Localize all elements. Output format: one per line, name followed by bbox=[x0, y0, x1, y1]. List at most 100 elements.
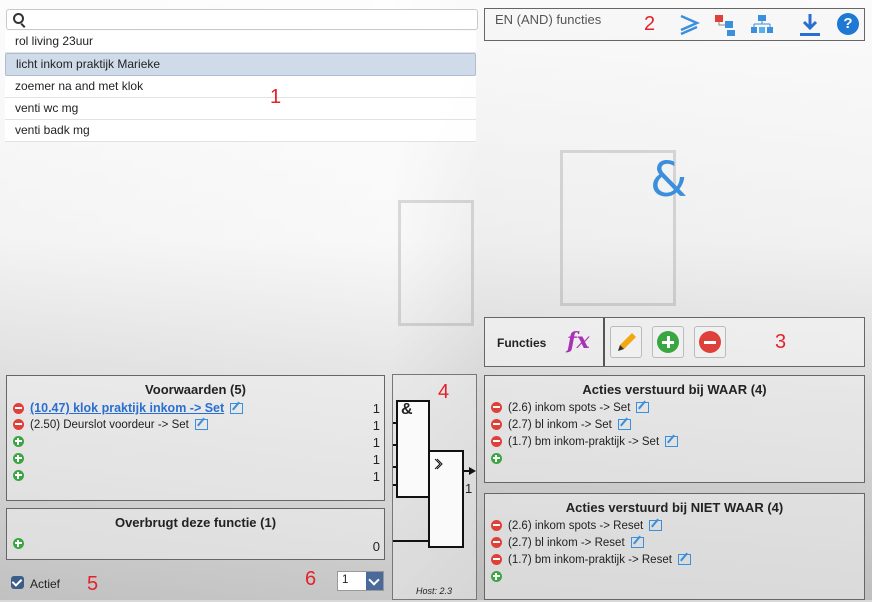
edit-icon[interactable] bbox=[617, 419, 631, 431]
function-symbol: & bbox=[650, 152, 688, 208]
host-select[interactable]: 1 bbox=[337, 571, 384, 591]
chevron-down-icon[interactable] bbox=[366, 572, 383, 590]
condition-count: 1 bbox=[372, 435, 380, 450]
condition-row[interactable]: (10.47) klok praktijk inkom -> Set bbox=[13, 400, 244, 417]
condition-count: 1 bbox=[372, 401, 380, 416]
edit-icon[interactable] bbox=[194, 419, 208, 431]
bypass-panel: Overbrugt deze functie (1) 0 bbox=[6, 508, 385, 560]
condition-count: 1 bbox=[372, 418, 380, 433]
remove-icon[interactable] bbox=[491, 520, 502, 532]
action-row[interactable]: (2.6) inkom spots -> Set bbox=[491, 400, 650, 417]
add-icon[interactable] bbox=[13, 538, 24, 550]
edit-icon[interactable] bbox=[636, 402, 650, 414]
add-icon bbox=[657, 331, 679, 353]
edit-function-button[interactable] bbox=[610, 326, 642, 358]
condition-link[interactable]: (10.47) klok praktijk inkom -> Set bbox=[30, 401, 224, 415]
remove-function-button[interactable] bbox=[694, 326, 726, 358]
action-row[interactable]: (1.7) bm inkom-praktijk -> Reset bbox=[491, 552, 691, 569]
edit-icon[interactable] bbox=[665, 436, 679, 448]
callout-number: 6 bbox=[305, 568, 317, 590]
remove-icon[interactable] bbox=[13, 419, 24, 431]
remove-icon[interactable] bbox=[491, 402, 502, 414]
add-icon[interactable] bbox=[13, 470, 24, 482]
callout-number: 4 bbox=[438, 381, 450, 403]
search-icon bbox=[13, 13, 24, 24]
callout-number: 5 bbox=[87, 573, 99, 595]
action-row[interactable]: (2.7) bl inkom -> Reset bbox=[491, 535, 644, 552]
action-text: (1.7) bm inkom-praktijk -> Set bbox=[508, 436, 660, 448]
search-input[interactable] bbox=[6, 9, 478, 30]
add-function-button[interactable] bbox=[652, 326, 684, 358]
list-item[interactable]: rol living 23uur bbox=[5, 31, 476, 53]
host-select-value: 1 bbox=[342, 574, 349, 586]
functions-toolbar: Functies fx bbox=[484, 317, 865, 367]
help-icon[interactable]: ? bbox=[837, 13, 859, 35]
list-item[interactable]: venti badk mg bbox=[5, 120, 476, 142]
remove-icon[interactable] bbox=[491, 419, 502, 431]
logic-diagram: & 1 Host: 2.3 bbox=[392, 374, 477, 600]
conditions-title: Voorwaarden (5) bbox=[145, 382, 246, 397]
active-checkbox[interactable] bbox=[11, 576, 24, 589]
condition-row[interactable] bbox=[13, 451, 30, 468]
action-text: (1.7) bm inkom-praktijk -> Reset bbox=[508, 554, 672, 566]
action-row[interactable] bbox=[491, 451, 508, 468]
active-label: Actief bbox=[30, 577, 61, 591]
edit-icon[interactable] bbox=[230, 403, 244, 415]
flow-icon[interactable] bbox=[713, 13, 737, 37]
list-item[interactable]: zoemer na and met klok bbox=[5, 76, 476, 98]
gate-symbol: & bbox=[401, 401, 413, 418]
callout-number: 2 bbox=[644, 13, 656, 35]
remove-icon[interactable] bbox=[13, 403, 24, 415]
hierarchy-icon[interactable] bbox=[749, 13, 775, 37]
action-text: (2.7) bl inkom -> Set bbox=[508, 419, 612, 431]
true-actions-panel: Acties verstuurd bij WAAR (4) (2.6) inko… bbox=[484, 375, 865, 483]
list-item[interactable]: venti wc mg bbox=[5, 98, 476, 120]
greater-equal-icon[interactable] bbox=[678, 13, 700, 37]
gate-output: 1 bbox=[465, 481, 473, 496]
true-actions-title: Acties verstuurd bij WAAR (4) bbox=[582, 382, 767, 397]
download-icon[interactable] bbox=[798, 12, 822, 38]
add-icon[interactable] bbox=[491, 571, 502, 583]
conditions-panel: Voorwaarden (5) (10.47) klok praktijk in… bbox=[6, 375, 385, 501]
condition-count: 1 bbox=[372, 452, 380, 467]
fx-icon: fx bbox=[567, 328, 590, 354]
host-label: Host: 2.3 bbox=[416, 586, 453, 596]
divider bbox=[603, 318, 605, 366]
function-list: rol living 23uur licht inkom praktijk Ma… bbox=[5, 31, 476, 142]
add-icon[interactable] bbox=[13, 453, 24, 465]
remove-icon[interactable] bbox=[491, 554, 502, 566]
remove-icon[interactable] bbox=[491, 537, 502, 549]
add-icon[interactable] bbox=[491, 453, 502, 465]
action-row[interactable]: (2.7) bl inkom -> Set bbox=[491, 417, 631, 434]
background-window bbox=[398, 200, 474, 326]
edit-icon[interactable] bbox=[649, 520, 663, 532]
edit-icon[interactable] bbox=[630, 537, 644, 549]
condition-row[interactable] bbox=[13, 434, 30, 451]
callout-number: 1 bbox=[270, 86, 282, 108]
bypass-row[interactable] bbox=[13, 536, 30, 553]
function-type-panel: EN (AND) functies ? bbox=[484, 8, 865, 41]
function-type-title: EN (AND) functies bbox=[495, 12, 602, 27]
action-text: (2.7) bl inkom -> Reset bbox=[508, 537, 625, 549]
bypass-title: Overbrugt deze functie (1) bbox=[114, 515, 277, 530]
condition-count: 1 bbox=[372, 469, 380, 484]
remove-icon[interactable] bbox=[491, 436, 502, 448]
action-row[interactable]: (1.7) bm inkom-praktijk -> Set bbox=[491, 434, 679, 451]
list-item[interactable]: licht inkom praktijk Marieke bbox=[5, 53, 476, 76]
pencil-icon bbox=[618, 333, 636, 351]
add-icon[interactable] bbox=[13, 436, 24, 448]
false-actions-panel: Acties verstuurd bij NIET WAAR (4) (2.6)… bbox=[484, 493, 865, 600]
edit-icon[interactable] bbox=[677, 554, 691, 566]
action-text: (2.6) inkom spots -> Reset bbox=[508, 520, 644, 532]
action-text: (2.6) inkom spots -> Set bbox=[508, 402, 631, 414]
action-row[interactable]: (2.6) inkom spots -> Reset bbox=[491, 518, 663, 535]
condition-text: (2.50) Deurslot voordeur -> Set bbox=[30, 419, 189, 431]
bypass-count: 0 bbox=[372, 539, 380, 554]
action-row[interactable] bbox=[491, 569, 508, 586]
condition-row[interactable]: (2.50) Deurslot voordeur -> Set bbox=[13, 417, 208, 434]
callout-number: 3 bbox=[775, 331, 787, 353]
remove-icon bbox=[699, 331, 721, 353]
condition-row[interactable] bbox=[13, 468, 30, 485]
false-actions-title: Acties verstuurd bij NIET WAAR (4) bbox=[565, 500, 784, 515]
functies-label: Functies bbox=[497, 336, 547, 350]
